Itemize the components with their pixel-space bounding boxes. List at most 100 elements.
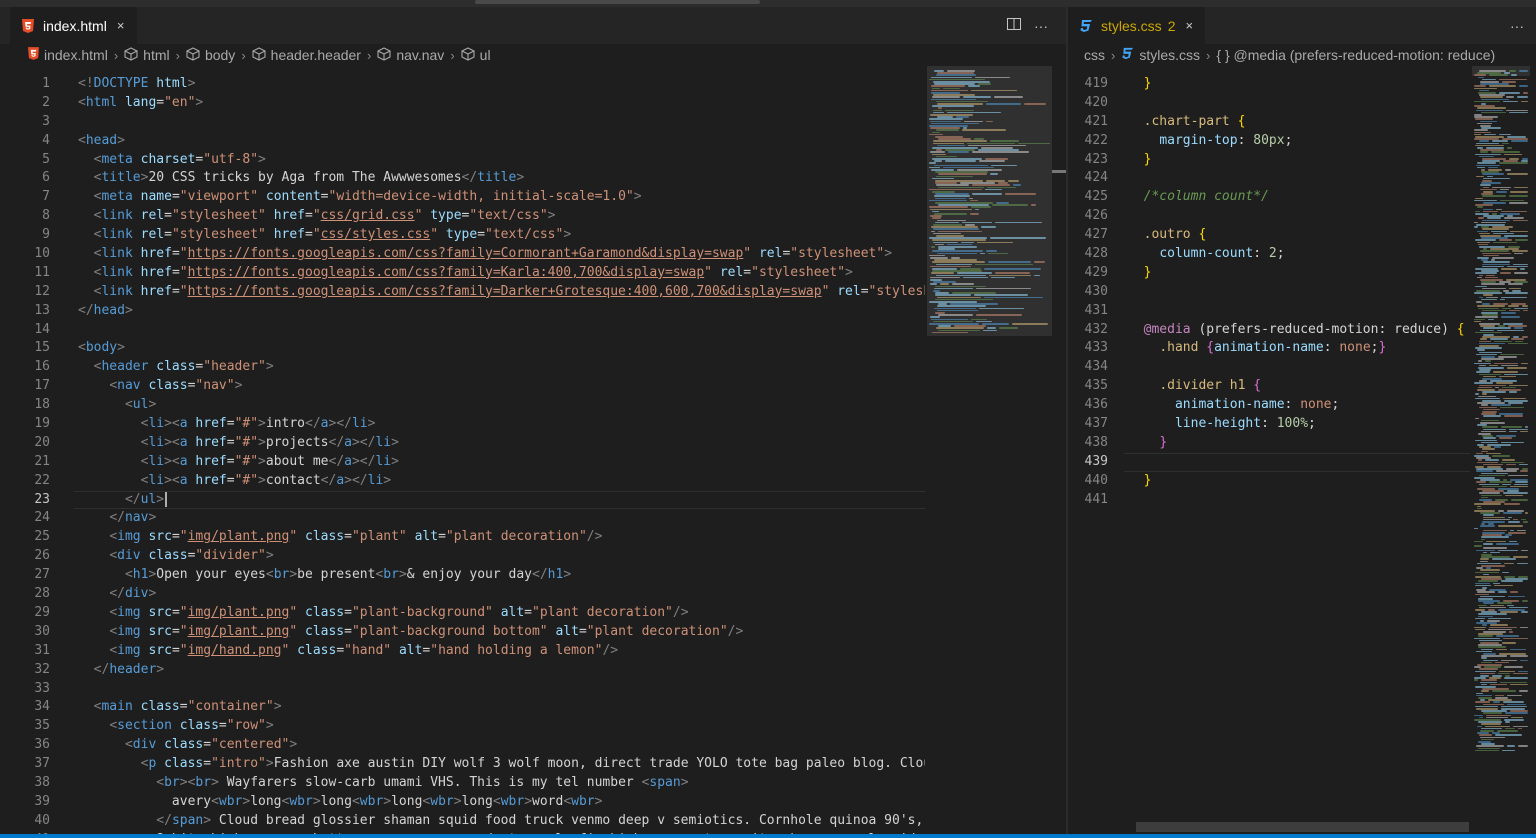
code-line[interactable]: }: [1128, 75, 1465, 94]
breadcrumb-item[interactable]: index.html: [28, 47, 108, 63]
tab-styles-css[interactable]: styles.css 2 ×: [1068, 7, 1205, 44]
breadcrumb-item[interactable]: nav.nav: [377, 46, 444, 64]
breadcrumb-item[interactable]: css: [1084, 47, 1105, 63]
code-line[interactable]: column-count: 2;: [1128, 245, 1465, 264]
code-line[interactable]: .chart-part {: [1128, 113, 1465, 132]
minimap[interactable]: [1472, 66, 1530, 834]
code-line[interactable]: avery<wbr>long<wbr>long<wbr>long<wbr>lon…: [78, 793, 925, 812]
code-line[interactable]: [1128, 169, 1465, 188]
code-line[interactable]: .outro {: [1128, 226, 1465, 245]
code-line[interactable]: }: [1128, 434, 1465, 453]
code-line[interactable]: </nav>: [78, 509, 925, 528]
code-line[interactable]: <meta name="viewport" content="width=dev…: [78, 188, 925, 207]
breadcrumb-item[interactable]: header.header: [252, 46, 361, 64]
code-line[interactable]: </head>: [78, 302, 925, 321]
code-line[interactable]: <link href="https://fonts.googleapis.com…: [78, 264, 925, 283]
code-line[interactable]: [1128, 207, 1465, 226]
code-line[interactable]: <img src="img/plant.png" class="plant" a…: [78, 528, 925, 547]
close-icon[interactable]: ×: [117, 18, 125, 33]
vertical-scrollbar[interactable]: [1530, 66, 1536, 834]
vertical-scrollbar[interactable]: [1052, 66, 1066, 834]
code-line[interactable]: [1128, 358, 1465, 377]
code-line[interactable]: <div class="divider">: [78, 547, 925, 566]
code-line[interactable]: <br><br> Wayfarers slow-carb umami VHS. …: [78, 774, 925, 793]
code-line[interactable]: <link rel="stylesheet" href="css/grid.cs…: [78, 207, 925, 226]
token-link[interactable]: img/hand.png: [188, 643, 282, 658]
minimap[interactable]: [927, 66, 1052, 834]
code-editor-index-html[interactable]: 1 2 3 4 5 6 7 8 9 10 11 12 13 14 15 16 17 18 19 20 21 22 23 24 2…: [0, 66, 925, 834]
code-line[interactable]: <li><a href="#">projects</a></li>: [78, 434, 925, 453]
code-line[interactable]: <img src="img/plant.png" class="plant-ba…: [78, 623, 925, 642]
more-actions-icon[interactable]: ···: [1510, 18, 1524, 34]
code-line[interactable]: @media (prefers-reduced-motion: reduce) …: [1128, 321, 1465, 340]
code-line[interactable]: <title>20 CSS tricks by Aga from The Aww…: [78, 169, 925, 188]
code-line[interactable]: <img src="img/plant.png" class="plant-ba…: [78, 604, 925, 623]
code-line[interactable]: <p class="intro">Fashion axe austin DIY …: [78, 755, 925, 774]
code-line[interactable]: [1128, 94, 1465, 113]
code-line[interactable]: <section class="row">: [78, 717, 925, 736]
code-line[interactable]: [78, 321, 925, 340]
code-line[interactable]: </header>: [78, 661, 925, 680]
close-icon[interactable]: ×: [1185, 18, 1193, 33]
code-line[interactable]: [78, 680, 925, 699]
token-attr: href: [195, 416, 227, 432]
code-line[interactable]: }: [1128, 472, 1465, 491]
code-line[interactable]: <li><a href="#">about me</a></li>: [78, 453, 925, 472]
code-line[interactable]: <link rel="stylesheet" href="css/styles.…: [78, 226, 925, 245]
code-line[interactable]: <li><a href="#">contact</a></li>: [78, 472, 925, 491]
code-line[interactable]: }: [1128, 264, 1465, 283]
split-editor-icon[interactable]: [1006, 16, 1022, 35]
code-line[interactable]: [1128, 491, 1465, 510]
code-line[interactable]: <nav class="nav">: [78, 377, 925, 396]
code-content[interactable]: } .chart-part { margin-top: 80px; } /*co…: [1124, 75, 1470, 510]
code-line[interactable]: [78, 113, 925, 132]
code-line[interactable]: <main class="container">: [78, 698, 925, 717]
code-line[interactable]: <link href="https://fonts.googleapis.com…: [78, 245, 925, 264]
token-link[interactable]: img/plant.png: [188, 529, 290, 544]
line-number: 31: [34, 642, 50, 658]
code-line[interactable]: </div>: [78, 585, 925, 604]
code-line[interactable]: <meta charset="utf-8">: [78, 151, 925, 170]
code-line[interactable]: <div class="centered">: [78, 736, 925, 755]
code-line[interactable]: [1128, 302, 1465, 321]
code-line[interactable]: .divider h1 {: [1128, 377, 1465, 396]
more-actions-icon[interactable]: ···: [1034, 18, 1048, 34]
token-link[interactable]: img/plant.png: [188, 605, 290, 620]
token-link[interactable]: css/styles.css: [321, 227, 431, 242]
code-line[interactable]: <h1>Open your eyes<br>be present<br>& en…: [78, 566, 925, 585]
code-line[interactable]: <li><a href="#">intro</a></li>: [78, 415, 925, 434]
token-link[interactable]: css/grid.css: [321, 208, 415, 223]
code-line[interactable]: <ul>: [78, 396, 925, 415]
code-line[interactable]: <body>: [78, 339, 925, 358]
code-line[interactable]: }: [1128, 151, 1465, 170]
code-line[interactable]: [1128, 283, 1465, 302]
code-line[interactable]: .hand {animation-name: none;}: [1128, 339, 1465, 358]
code-line[interactable]: <!DOCTYPE html>: [78, 75, 925, 94]
code-line[interactable]: [1124, 452, 1470, 472]
code-line[interactable]: animation-name: none;: [1128, 396, 1465, 415]
code-line[interactable]: </ul>: [74, 490, 925, 510]
breadcrumb-item[interactable]: styles.css: [1121, 47, 1200, 63]
code-line[interactable]: </span> Cloud bread glossier shaman squi…: [78, 812, 925, 831]
code-line[interactable]: <link href="https://fonts.googleapis.com…: [78, 283, 925, 302]
breadcrumb-item[interactable]: html: [124, 46, 170, 64]
window-drag-region[interactable]: [475, 0, 760, 4]
token-link[interactable]: https://fonts.googleapis.com/css?family=…: [188, 284, 822, 299]
breadcrumb-item[interactable]: { } @media (prefers-reduced-motion: redu…: [1216, 47, 1495, 63]
breadcrumb-item[interactable]: body: [186, 46, 235, 64]
code-line[interactable]: <html lang="en">: [78, 94, 925, 113]
token-link[interactable]: https://fonts.googleapis.com/css?family=…: [188, 265, 705, 280]
tab-index-html[interactable]: index.html ×: [10, 7, 137, 44]
code-line[interactable]: <head>: [78, 132, 925, 151]
token-link[interactable]: https://fonts.googleapis.com/css?family=…: [188, 246, 744, 261]
code-line[interactable]: <img src="img/hand.png" class="hand" alt…: [78, 642, 925, 661]
code-editor-styles-css[interactable]: 419 420 421 422 423 424 425 426 427 428 429 430 431 4…: [1068, 66, 1470, 834]
code-line[interactable]: margin-top: 80px;: [1128, 132, 1465, 151]
code-content[interactable]: <!DOCTYPE html> <html lang="en"> <head> <m…: [74, 75, 925, 834]
breadcrumb-item[interactable]: ul: [461, 46, 491, 64]
code-line[interactable]: <header class="header">: [78, 358, 925, 377]
token-link[interactable]: img/plant.png: [188, 624, 290, 639]
horizontal-scrollbar[interactable]: [1136, 822, 1469, 832]
code-line[interactable]: line-height: 100%;: [1128, 415, 1465, 434]
code-line[interactable]: /*column count*/: [1128, 188, 1465, 207]
